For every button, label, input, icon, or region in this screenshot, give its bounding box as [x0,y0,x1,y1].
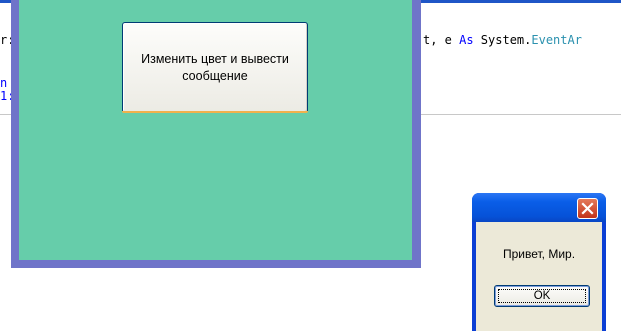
form-window: Изменить цвет и вывести сообщение [11,0,421,268]
close-icon[interactable] [577,198,598,219]
code-line-2-left: n [0,76,8,90]
message-box: Привет, Мир. OK [472,193,606,331]
button-hover-highlight [122,111,308,113]
ok-button-label: OK [533,290,551,302]
message-box-body: Привет, Мир. OK [476,222,602,331]
form-client-area: Изменить цвет и вывести сообщение [19,0,412,260]
ok-button[interactable]: OK [494,285,590,307]
change-color-button[interactable]: Изменить цвет и вывести сообщение [122,22,308,113]
code-line-1-right: t, e As System.EventAr [423,33,582,47]
change-color-button-label: Изменить цвет и вывести сообщение [141,51,289,83]
message-text: Привет, Мир. [502,247,576,261]
message-box-titlebar[interactable] [472,193,606,222]
